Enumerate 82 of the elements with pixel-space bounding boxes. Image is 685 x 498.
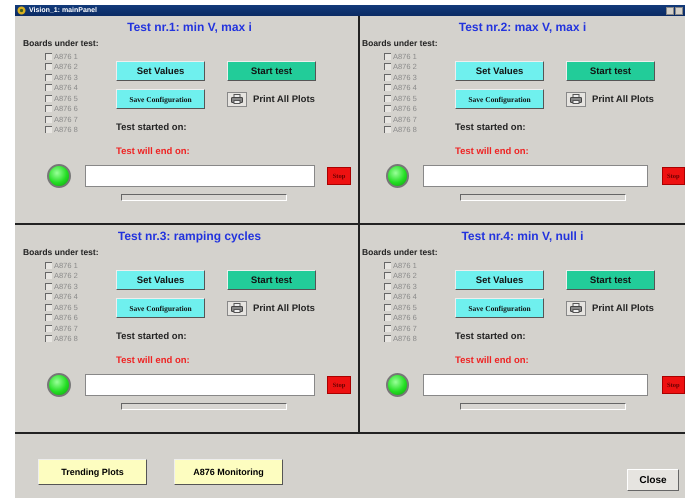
checkbox[interactable] xyxy=(45,262,52,269)
checkbox[interactable] xyxy=(45,52,52,60)
checkbox[interactable] xyxy=(384,63,391,70)
checkbox[interactable] xyxy=(384,293,391,300)
close-button[interactable]: Close xyxy=(627,469,679,491)
checkbox[interactable] xyxy=(45,282,52,290)
print-button[interactable] xyxy=(566,92,586,106)
checkbox[interactable] xyxy=(45,293,52,300)
status-led xyxy=(386,373,410,397)
printer-icon xyxy=(570,303,582,313)
start-test-button[interactable]: Start test xyxy=(566,61,655,81)
panel-title: Test nr.4: min V, null i xyxy=(460,229,585,243)
start-test-button[interactable]: Start test xyxy=(227,61,316,81)
boards-label: Boards under test: xyxy=(362,38,439,48)
checkbox[interactable] xyxy=(384,116,391,123)
test-end-label: Test will end on: xyxy=(116,355,191,366)
app-icon xyxy=(17,6,26,15)
checkbox[interactable] xyxy=(384,282,391,290)
set-values-button[interactable]: Set Values xyxy=(455,61,544,81)
status-led xyxy=(386,164,410,188)
checkbox[interactable] xyxy=(45,324,52,332)
message-field[interactable] xyxy=(423,374,648,396)
test-end-label: Test will end on: xyxy=(455,355,530,366)
set-values-button[interactable]: Set Values xyxy=(116,270,205,290)
test-started-label: Test started on: xyxy=(116,122,188,133)
footer-button[interactable]: Trending Plots xyxy=(38,459,147,485)
maximize-button[interactable] xyxy=(675,6,683,14)
set-values-button[interactable]: Set Values xyxy=(116,61,205,81)
test-started-label: Test started on: xyxy=(455,331,527,342)
checkbox[interactable] xyxy=(45,63,52,70)
checkbox[interactable] xyxy=(384,304,391,311)
checkbox[interactable] xyxy=(45,116,52,123)
test-started-label: Test started on: xyxy=(455,122,527,133)
checkbox[interactable] xyxy=(384,272,391,280)
start-test-button[interactable]: Start test xyxy=(566,270,655,290)
checkbox[interactable] xyxy=(384,314,391,322)
print-all-plots-label: Print All Plots xyxy=(592,94,654,104)
print-button[interactable] xyxy=(566,300,586,316)
panel-title: Test nr.2: max V, max i xyxy=(458,20,588,34)
set-values-button[interactable]: Set Values xyxy=(455,270,544,290)
checkbox[interactable] xyxy=(384,84,391,92)
printer-icon xyxy=(231,303,243,313)
print-button[interactable] xyxy=(227,300,247,316)
panel-title: Test nr.3: ramping cycles xyxy=(116,229,262,243)
minimize-button[interactable] xyxy=(666,6,674,14)
checkbox[interactable] xyxy=(45,335,52,342)
checkbox[interactable] xyxy=(384,74,391,81)
checkbox[interactable] xyxy=(45,74,52,81)
print-button[interactable] xyxy=(227,92,247,106)
message-field[interactable] xyxy=(423,165,648,187)
panel-title: Test nr.1: min V, max i xyxy=(126,20,253,34)
message-field[interactable] xyxy=(85,374,315,396)
printer-icon xyxy=(231,94,243,104)
footer-button[interactable]: A876 Monitoring xyxy=(174,459,283,485)
print-all-plots-label: Print All Plots xyxy=(592,302,654,314)
checkbox[interactable] xyxy=(384,324,391,332)
checkbox[interactable] xyxy=(384,52,391,60)
checkbox[interactable] xyxy=(45,272,52,280)
status-led xyxy=(47,373,71,397)
message-field[interactable] xyxy=(85,165,315,187)
checkbox[interactable] xyxy=(45,126,52,134)
checkbox[interactable] xyxy=(384,105,391,112)
print-all-plots-label: Print All Plots xyxy=(253,94,315,104)
checkbox[interactable] xyxy=(384,335,391,342)
checkbox[interactable] xyxy=(45,314,52,322)
test-end-label: Test will end on: xyxy=(455,146,530,157)
checkbox[interactable] xyxy=(384,94,391,102)
checkbox[interactable] xyxy=(384,126,391,134)
checkbox[interactable] xyxy=(45,94,52,102)
print-all-plots-label: Print All Plots xyxy=(253,302,315,314)
checkbox[interactable] xyxy=(45,105,52,112)
boards-label: Boards under test: xyxy=(362,247,439,257)
checkbox[interactable] xyxy=(384,262,391,269)
printer-icon xyxy=(570,94,582,104)
test-end-label: Test will end on: xyxy=(116,146,191,157)
boards-label: Boards under test: xyxy=(23,38,100,48)
test-started-label: Test started on: xyxy=(116,331,188,342)
checkbox[interactable] xyxy=(45,84,52,92)
checkbox[interactable] xyxy=(45,304,52,311)
start-test-button[interactable]: Start test xyxy=(227,270,316,290)
status-led xyxy=(47,164,71,188)
boards-label: Boards under test: xyxy=(23,247,100,257)
